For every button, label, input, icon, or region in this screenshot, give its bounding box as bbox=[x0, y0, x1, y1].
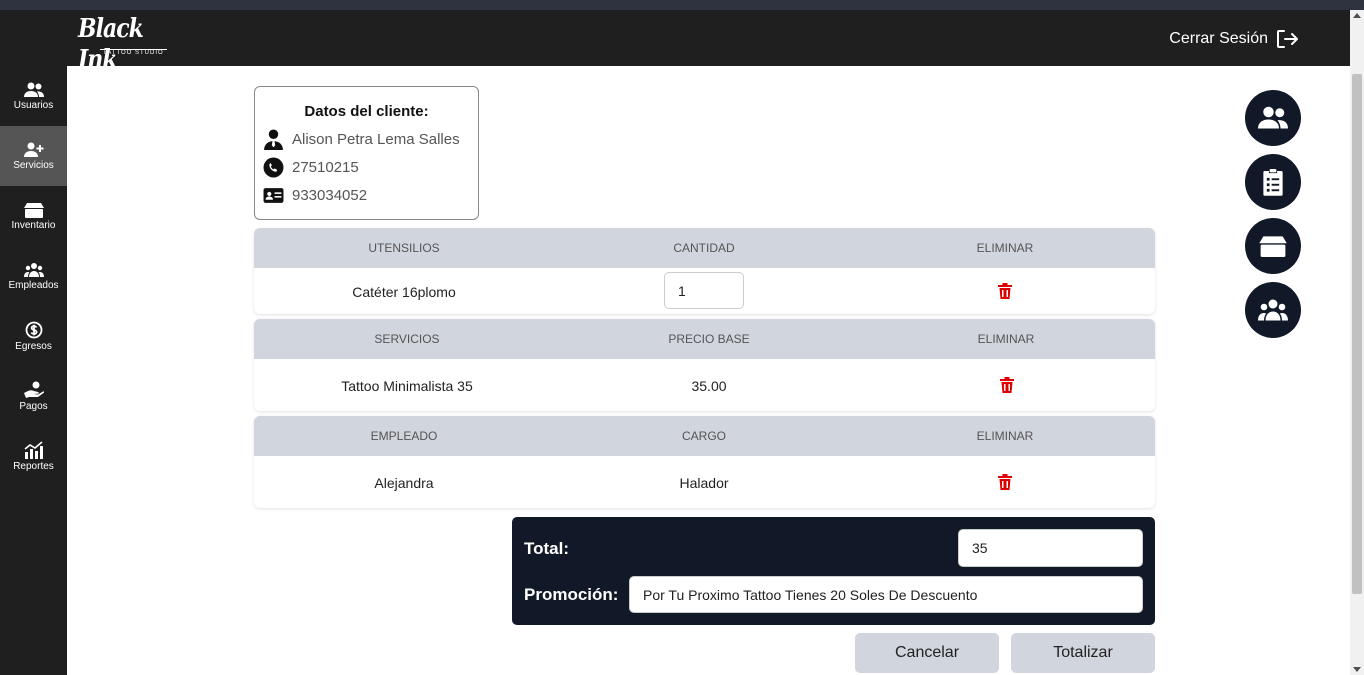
quantity-input[interactable]: 1 bbox=[664, 272, 744, 309]
services-table: SERVICIOS PRECIO BASE ELIMINAR Tattoo Mi… bbox=[254, 319, 1155, 411]
chart-icon bbox=[24, 440, 43, 459]
summary-panel: Total: 35 Promoción: Por Tu Proximo Tatt… bbox=[512, 517, 1155, 625]
user-tie-icon bbox=[264, 129, 283, 150]
top-bar: Black Ink TATTOO STUDIO Cerrar Sesión bbox=[0, 10, 1350, 75]
sidebar-item-usuarios[interactable]: Usuarios bbox=[0, 66, 67, 126]
column-header: CARGO bbox=[681, 429, 727, 443]
scrollbar-thumb[interactable] bbox=[1352, 74, 1362, 594]
sidebar-item-pagos[interactable]: Pagos bbox=[0, 366, 67, 426]
fab-inventory-button[interactable] bbox=[1245, 218, 1301, 274]
scroll-up-arrow-icon[interactable] bbox=[1353, 13, 1361, 18]
client-phone-row: 27510215 bbox=[263, 157, 359, 178]
trash-icon[interactable] bbox=[1000, 377, 1014, 393]
fab-users-button[interactable] bbox=[1245, 90, 1301, 146]
phone-icon bbox=[263, 157, 284, 178]
box-icon bbox=[1259, 236, 1287, 257]
service-price: 35.00 bbox=[691, 378, 727, 394]
column-header: SERVICIOS bbox=[374, 332, 440, 346]
column-header: EMPLEADO bbox=[370, 429, 438, 443]
table-row: Catéter 16plomo 1 bbox=[254, 268, 1155, 314]
table-row: Alejandra Halador bbox=[254, 456, 1155, 508]
logout-icon bbox=[1277, 30, 1298, 48]
clipboard-list-icon bbox=[1263, 168, 1283, 196]
sidebar-item-egresos[interactable]: Egresos bbox=[0, 306, 67, 366]
sidebar-item-label: Egresos bbox=[15, 340, 52, 352]
employees-table: EMPLEADO CARGO ELIMINAR Alejandra Halado… bbox=[254, 416, 1155, 508]
id-card-icon bbox=[263, 188, 284, 203]
table-header: UTENSILIOS CANTIDAD ELIMINAR bbox=[254, 228, 1155, 268]
box-icon bbox=[23, 202, 44, 218]
page-scrollbar[interactable] bbox=[1350, 10, 1364, 675]
sidebar-item-label: Empleados bbox=[8, 279, 59, 291]
service-name: Tattoo Minimalista 35 bbox=[341, 378, 473, 394]
column-header: UTENSILIOS bbox=[368, 241, 440, 255]
table-row: Tattoo Minimalista 35 35.00 bbox=[254, 359, 1155, 411]
column-header: CANTIDAD bbox=[673, 241, 735, 255]
client-document-row: 933034052 bbox=[263, 185, 367, 206]
fab-employees-button[interactable] bbox=[1245, 282, 1301, 338]
utensil-name: Catéter 16plomo bbox=[352, 284, 456, 300]
total-value: 35 bbox=[972, 540, 988, 556]
sidebar: Usuarios Servicios Inventario Empleados … bbox=[0, 66, 67, 675]
sidebar-item-label: Pagos bbox=[19, 400, 48, 412]
client-document: 933034052 bbox=[292, 187, 368, 204]
users-icon bbox=[23, 82, 44, 97]
promo-value: Por Tu Proximo Tattoo Tienes 20 Soles De… bbox=[643, 586, 978, 603]
utensils-table: UTENSILIOS CANTIDAD ELIMINAR Catéter 16p… bbox=[254, 228, 1155, 314]
client-card: Datos del cliente: Alison Petra Lema Sal… bbox=[254, 86, 479, 220]
column-header: ELIMINAR bbox=[976, 429, 1034, 443]
logout-button[interactable]: Cerrar Sesión bbox=[1169, 29, 1298, 49]
cancel-button[interactable]: Cancelar bbox=[855, 633, 999, 673]
sidebar-item-inventario[interactable]: Inventario bbox=[0, 186, 67, 246]
employee-role: Halador bbox=[679, 475, 729, 491]
employee-name: Alejandra bbox=[374, 475, 434, 491]
table-header: SERVICIOS PRECIO BASE ELIMINAR bbox=[254, 319, 1155, 359]
fab-clipboard-button[interactable] bbox=[1245, 154, 1301, 210]
client-name-row: Alison Petra Lema Salles bbox=[263, 129, 460, 150]
sidebar-item-label: Servicios bbox=[13, 159, 54, 171]
sidebar-item-label: Inventario bbox=[11, 219, 56, 231]
total-input[interactable]: 35 bbox=[958, 529, 1143, 567]
sidebar-item-label: Usuarios bbox=[13, 99, 54, 111]
user-plus-icon bbox=[23, 142, 43, 157]
column-header: ELIMINAR bbox=[976, 241, 1034, 255]
logo-main-text: Black Ink bbox=[78, 12, 144, 76]
client-name: Alison Petra Lema Salles bbox=[292, 131, 460, 148]
sidebar-item-empleados[interactable]: Empleados bbox=[0, 246, 67, 306]
promo-input[interactable]: Por Tu Proximo Tattoo Tienes 20 Soles De… bbox=[629, 576, 1143, 613]
logout-label: Cerrar Sesión bbox=[1169, 30, 1268, 47]
logo-sub-text: TATTOO STUDIO bbox=[100, 49, 167, 56]
promo-label: Promoción: bbox=[524, 585, 619, 604]
brand-logo[interactable]: Black Ink TATTOO STUDIO bbox=[78, 13, 170, 75]
people-group-icon bbox=[23, 262, 44, 277]
column-header: ELIMINAR bbox=[977, 332, 1035, 346]
column-header: PRECIO BASE bbox=[668, 332, 750, 346]
client-card-title: Datos del cliente: bbox=[304, 103, 429, 120]
browser-top-strip bbox=[0, 0, 1364, 10]
trash-icon[interactable] bbox=[998, 474, 1012, 490]
totalize-button[interactable]: Totalizar bbox=[1011, 633, 1155, 673]
client-phone: 27510215 bbox=[292, 159, 359, 176]
hand-coin-icon bbox=[23, 381, 44, 398]
users-icon bbox=[1258, 106, 1288, 129]
scroll-down-arrow-icon[interactable] bbox=[1353, 667, 1361, 672]
sidebar-item-label: Reportes bbox=[13, 460, 54, 472]
quantity-value: 1 bbox=[678, 282, 686, 299]
table-header: EMPLEADO CARGO ELIMINAR bbox=[254, 416, 1155, 456]
total-label: Total: bbox=[524, 539, 570, 558]
money-icon bbox=[25, 321, 42, 338]
trash-icon[interactable] bbox=[998, 283, 1012, 299]
people-group-icon bbox=[1258, 299, 1288, 321]
sidebar-item-servicios[interactable]: Servicios bbox=[0, 126, 67, 186]
sidebar-item-reportes[interactable]: Reportes bbox=[0, 426, 67, 486]
